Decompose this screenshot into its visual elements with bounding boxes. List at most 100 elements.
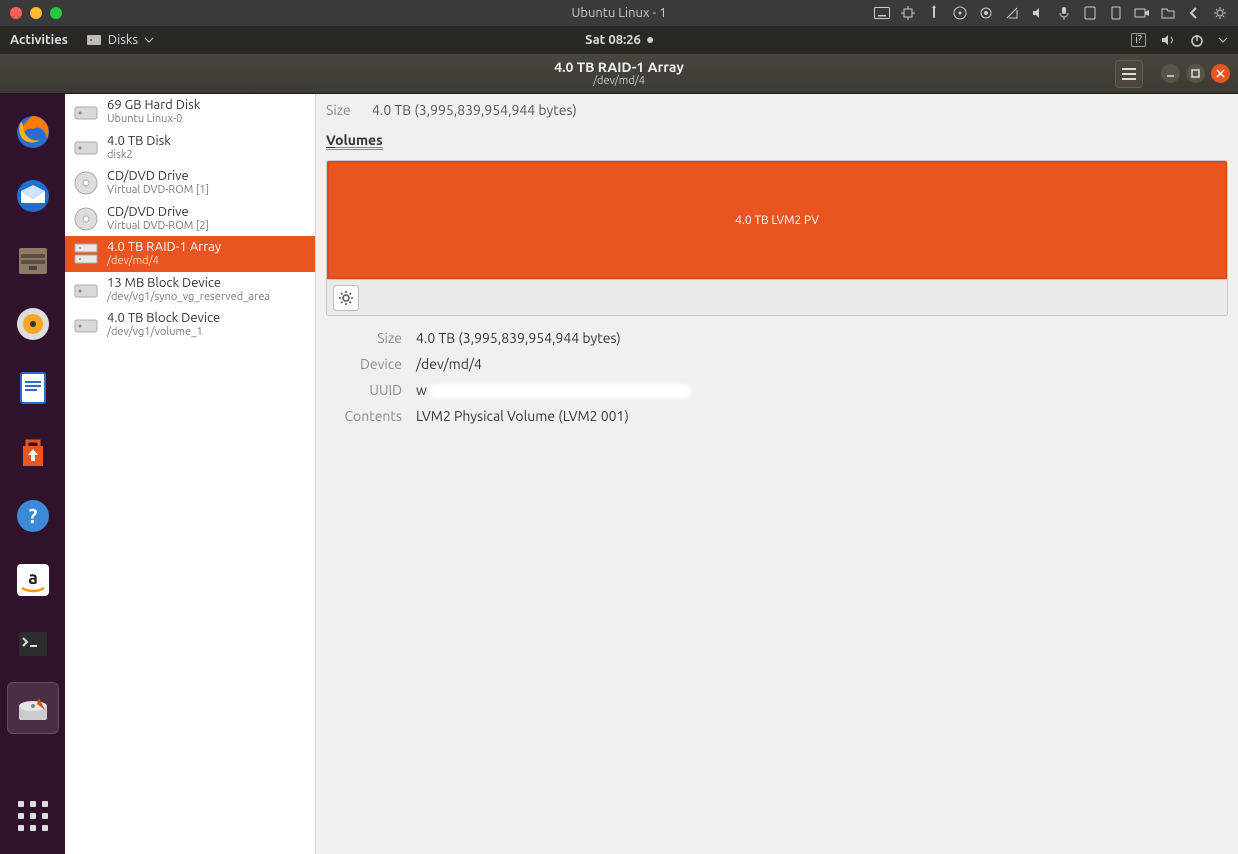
optical-icon (73, 170, 99, 196)
dock-terminal[interactable] (7, 618, 59, 670)
raid-icon (73, 241, 99, 267)
prop-device-label: Device (326, 356, 416, 372)
content-pane: Size 4.0 TB (3,995,839,954,944 bytes) Vo… (316, 94, 1238, 854)
camera-icon[interactable] (1134, 5, 1150, 21)
disc-icon[interactable] (952, 5, 968, 21)
volumes-section-title: Volumes (326, 132, 1228, 148)
prop-uuid-label: UUID (326, 382, 416, 398)
device-item[interactable]: 4.0 TB Block Device/dev/vg1/volume_1 (65, 307, 315, 343)
vm-titlebar: Ubuntu Linux - 1 (0, 0, 1238, 26)
volume-properties: Size 4.0 TB (3,995,839,954,944 bytes) De… (326, 330, 1228, 424)
device-subtitle: disk2 (107, 149, 171, 162)
device-item[interactable]: 4.0 TB RAID-1 Array/dev/md/4 (65, 236, 315, 272)
cpu-icon[interactable] (900, 5, 916, 21)
dock-software[interactable] (7, 426, 59, 478)
redacted-region (430, 384, 690, 398)
minimize-button[interactable] (1161, 64, 1180, 83)
usb-icon[interactable] (926, 5, 942, 21)
device-title: CD/DVD Drive (107, 169, 209, 184)
sound-icon[interactable] (1030, 5, 1046, 21)
network-icon[interactable] (1004, 5, 1020, 21)
disk-size-value: 4.0 TB (3,995,839,954,944 bytes) (372, 102, 577, 118)
hdd-icon (73, 277, 99, 303)
hamburger-icon (1122, 68, 1136, 80)
window-subtitle: /dev/md/4 (554, 75, 684, 88)
tablet-icon[interactable] (1082, 5, 1098, 21)
hdd-icon (73, 312, 99, 338)
maximize-button[interactable] (1186, 64, 1205, 83)
app-menu[interactable]: Disks (86, 32, 154, 48)
prop-device-value: /dev/md/4 (416, 356, 1228, 372)
clock[interactable]: Sat 08:26 (585, 33, 653, 47)
dock-help[interactable]: ? (7, 490, 59, 542)
dock-rhythmbox[interactable] (7, 298, 59, 350)
dock-disks[interactable] (7, 682, 59, 734)
power-icon[interactable] (1190, 33, 1204, 47)
prop-size-label: Size (326, 330, 416, 346)
disk-size-label: Size (326, 102, 351, 118)
device-title: 4.0 TB Block Device (107, 311, 220, 326)
device-list: 69 GB Hard DiskUbuntu Linux-04.0 TB Disk… (65, 94, 316, 854)
device-subtitle: Ubuntu Linux-0 (107, 113, 200, 126)
device-item[interactable]: 13 MB Block Device/dev/vg1/syno_vg_reser… (65, 272, 315, 308)
app-menu-label: Disks (108, 33, 138, 47)
menu-button[interactable] (1115, 60, 1143, 88)
chevron-left-icon[interactable] (1186, 5, 1202, 21)
device-item[interactable]: 4.0 TB Diskdisk2 (65, 130, 315, 166)
device-title: 4.0 TB Disk (107, 134, 171, 149)
device-item[interactable]: CD/DVD DriveVirtual DVD-ROM [2] (65, 201, 315, 237)
device-subtitle: /dev/vg1/syno_vg_reserved_area (107, 291, 270, 304)
phone-icon[interactable] (1108, 5, 1124, 21)
device-subtitle: Virtual DVD-ROM [2] (107, 220, 209, 233)
device-item[interactable]: CD/DVD DriveVirtual DVD-ROM [1] (65, 165, 315, 201)
device-title: 4.0 TB RAID-1 Array (107, 240, 221, 255)
keyboard-icon[interactable] (874, 5, 890, 21)
device-title: 13 MB Block Device (107, 276, 270, 291)
gear-icon[interactable] (1212, 5, 1228, 21)
close-button[interactable] (1211, 64, 1230, 83)
svg-text:a: a (28, 568, 38, 588)
vm-close-button[interactable] (10, 7, 22, 19)
dock-amazon[interactable]: a (7, 554, 59, 606)
gnome-top-bar: Activities Disks Sat 08:26 i? (0, 26, 1238, 54)
hdd-icon (73, 99, 99, 125)
partition-label: 4.0 TB LVM2 PV (735, 214, 819, 227)
volume-toolbar (327, 279, 1227, 315)
dock-writer[interactable] (7, 362, 59, 414)
dock: ? a (0, 94, 65, 854)
gear-icon (338, 290, 354, 306)
partition-lvm2-pv[interactable]: 4.0 TB LVM2 PV (327, 161, 1227, 279)
volume-map: 4.0 TB LVM2 PV (326, 160, 1228, 316)
dock-thunderbird[interactable] (7, 170, 59, 222)
input-source-icon[interactable]: i? (1131, 33, 1146, 47)
window-title: 4.0 TB RAID-1 Array (554, 59, 684, 76)
dock-firefox[interactable] (7, 106, 59, 158)
folder-share-icon[interactable] (1160, 5, 1176, 21)
record-icon[interactable] (978, 5, 994, 21)
prop-size-value: 4.0 TB (3,995,839,954,944 bytes) (416, 330, 1228, 346)
dock-files[interactable] (7, 234, 59, 286)
device-item[interactable]: 69 GB Hard DiskUbuntu Linux-0 (65, 94, 315, 130)
disks-icon (86, 32, 102, 48)
app-headerbar: 4.0 TB RAID-1 Array /dev/md/4 (0, 54, 1238, 94)
chevron-down-icon[interactable] (1218, 37, 1228, 43)
volume-options-button[interactable] (333, 285, 359, 311)
notification-dot-icon (647, 37, 653, 43)
vm-title: Ubuntu Linux - 1 (571, 6, 666, 20)
device-subtitle: /dev/vg1/volume_1 (107, 326, 220, 339)
vm-tray (874, 5, 1228, 21)
device-subtitle: /dev/md/4 (107, 255, 221, 268)
device-title: CD/DVD Drive (107, 205, 209, 220)
activities-button[interactable]: Activities (10, 33, 68, 47)
show-applications-button[interactable] (7, 790, 59, 842)
disk-size-row: Size 4.0 TB (3,995,839,954,944 bytes) (326, 102, 1228, 118)
hdd-icon (73, 134, 99, 160)
vm-minimize-button[interactable] (30, 7, 42, 19)
mic-icon[interactable] (1056, 5, 1072, 21)
vm-zoom-button[interactable] (50, 7, 62, 19)
volume-icon[interactable] (1160, 33, 1176, 47)
optical-icon (73, 206, 99, 232)
prop-contents-label: Contents (326, 408, 416, 424)
chevron-down-icon (144, 37, 154, 43)
prop-contents-value: LVM2 Physical Volume (LVM2 001) (416, 408, 1228, 424)
